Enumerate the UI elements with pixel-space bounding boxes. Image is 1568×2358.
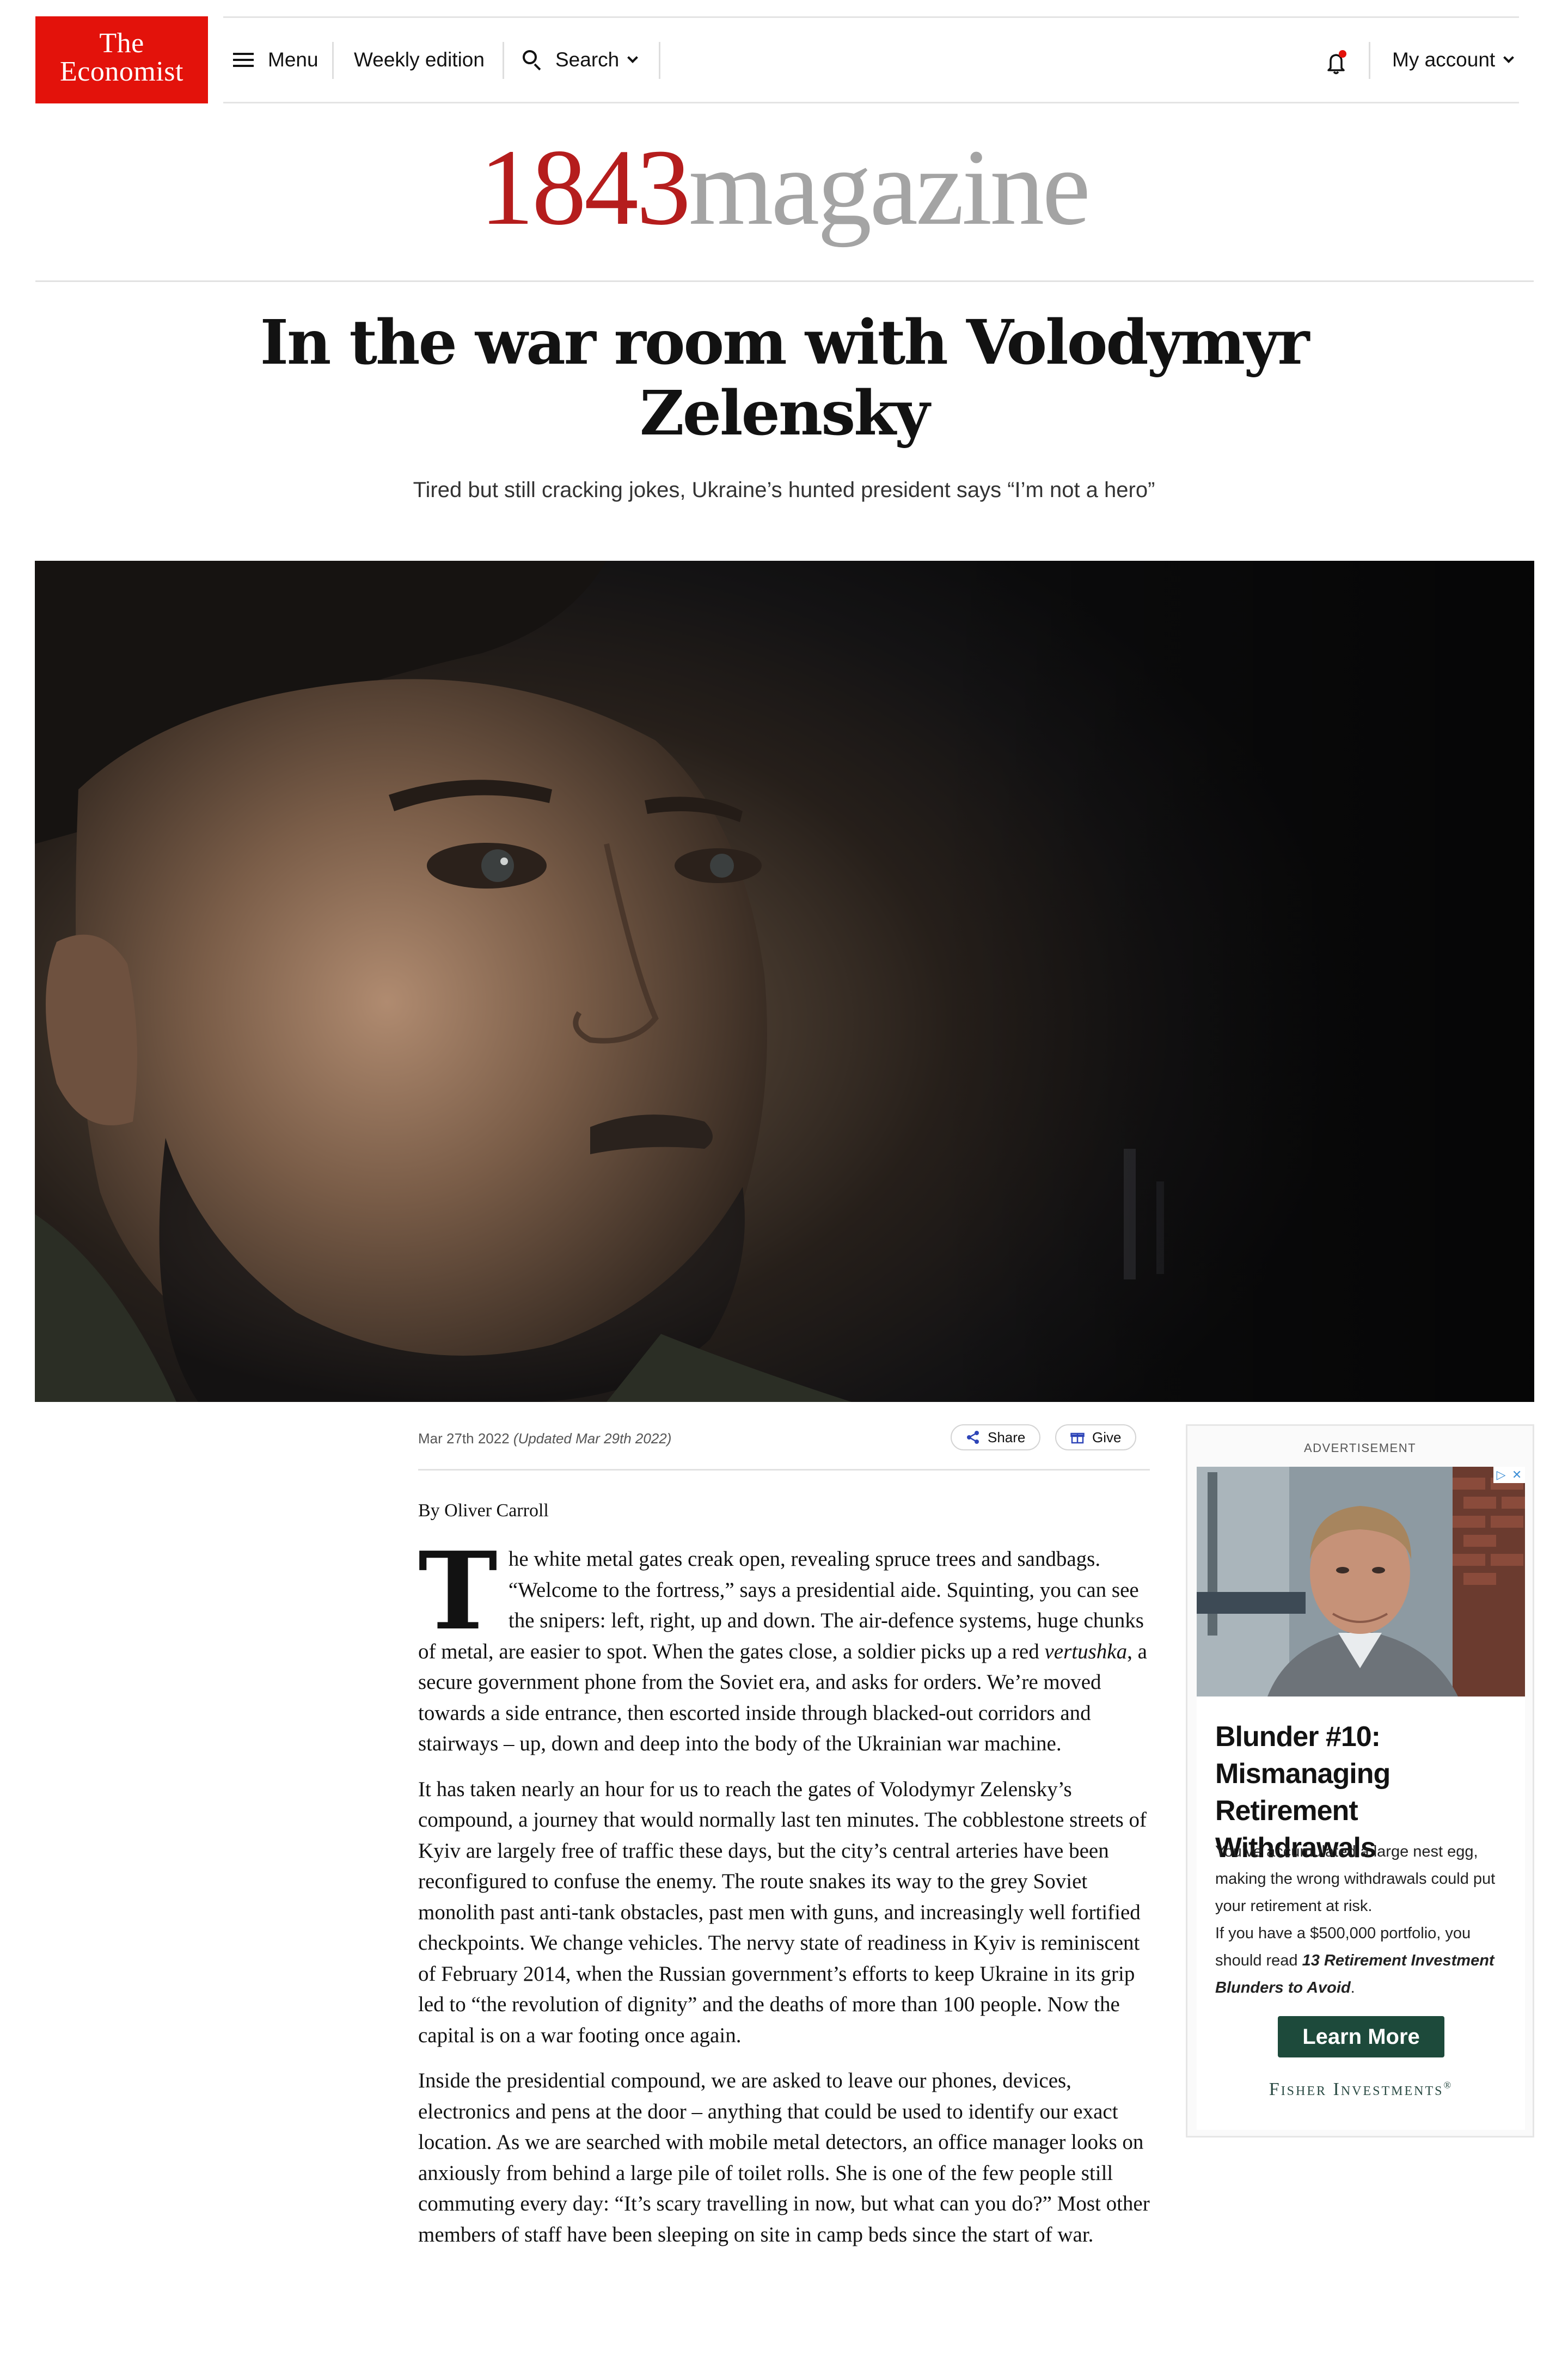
share-label: Share <box>988 1429 1026 1446</box>
ad-brand-name: Fisher Investments <box>1269 2079 1444 2099</box>
ad-text-2c: . <box>1350 1979 1355 1996</box>
ad-headline-line-1: Blunder #10: <box>1215 1721 1381 1753</box>
my-account-label: My account <box>1392 48 1496 71</box>
paragraph-1: The white metal gates creak open, reveal… <box>418 1529 1150 1760</box>
paragraph-2: It has taken nearly an hour for us to re… <box>418 1777 1147 2047</box>
chevron-down-icon <box>1503 52 1515 63</box>
bell-icon[interactable] <box>1320 46 1352 79</box>
nav-divider <box>503 42 504 79</box>
logo-line-1: The <box>99 28 144 59</box>
article-body: The white metal gates creak open, reveal… <box>418 1529 1150 2265</box>
article-standfirst: Tired but still cracking jokes, Ukraine’… <box>413 478 1155 502</box>
headline-line-1: In the war room with Volodymyr <box>260 307 1310 378</box>
1843-magazine-masthead[interactable]: 1843magazine <box>0 120 1568 256</box>
learn-more-button[interactable]: Learn More <box>1278 2016 1444 2057</box>
my-account-button[interactable]: My account <box>1392 18 1515 102</box>
advertisement-panel: ADVERTISEMENT ▷ ✕ Blunder #10: Mismanagi… <box>1186 1424 1534 2137</box>
nav-divider <box>332 42 334 79</box>
gift-icon <box>1070 1430 1085 1444</box>
top-navigation-bar: Menu Weekly edition Search My account <box>223 16 1519 103</box>
article-headline: In the war room with Volodymyr Zelensky <box>240 308 1328 449</box>
give-label: Give <box>1092 1429 1122 1446</box>
masthead-number: 1843 <box>479 127 691 248</box>
adchoices-icon[interactable]: ▷ ✕ <box>1493 1467 1525 1483</box>
ad-headline-line-2: Mismanaging Retirement <box>1215 1758 1391 1827</box>
publish-date: Mar 27th 2022 <box>418 1430 510 1447</box>
share-icon <box>966 1430 980 1444</box>
ad-photo[interactable]: ▷ ✕ <box>1197 1467 1525 1696</box>
paragraph-3: Inside the presidential compound, we are… <box>418 2069 1150 2246</box>
economist-logo[interactable]: The Economist <box>35 16 208 103</box>
masthead-divider <box>35 280 1534 282</box>
search-icon <box>523 50 542 71</box>
ad-brand-logo[interactable]: Fisher Investments® <box>1197 2079 1525 2100</box>
chevron-down-icon <box>627 52 639 63</box>
ad-brand-mark: ® <box>1443 2079 1453 2091</box>
ad-body-text: You’ve accumulated a large nest egg, mak… <box>1215 1838 1520 2001</box>
logo-line-2: Economist <box>60 56 183 87</box>
search-label: Search <box>555 48 620 71</box>
menu-label: Menu <box>268 48 318 71</box>
weekly-edition-label: Weekly edition <box>354 48 485 71</box>
hamburger-icon <box>233 53 254 67</box>
search-button[interactable]: Search <box>523 18 639 102</box>
menu-button[interactable]: Menu <box>233 18 318 102</box>
byline: By Oliver Carroll <box>418 1500 549 1521</box>
paragraph-1-emphasis: vertushka <box>1044 1639 1128 1663</box>
paragraph-1-part-a: he white metal gates creak open, reveali… <box>418 1547 1144 1663</box>
nav-divider <box>1369 42 1370 79</box>
hero-portrait-photo <box>35 561 1534 1402</box>
give-button[interactable]: Give <box>1055 1424 1137 1450</box>
masthead-word: magazine <box>688 127 1091 248</box>
updated-date: (Updated Mar 29th 2022) <box>513 1430 672 1447</box>
meta-divider <box>418 1469 1150 1471</box>
weekly-edition-link[interactable]: Weekly edition <box>354 18 485 102</box>
nav-divider <box>659 42 660 79</box>
ad-creative[interactable]: ▷ ✕ Blunder #10: Mismanaging Retirement W… <box>1197 1467 1525 2130</box>
drop-cap: T <box>418 1529 498 1654</box>
ad-text-2: If you have a $500,000 portfolio, you sh… <box>1215 1920 1520 2001</box>
article-dateline: Mar 27th 2022 (Updated Mar 29th 2022) <box>418 1428 671 1449</box>
headline-line-2: Zelensky <box>640 378 930 449</box>
share-button[interactable]: Share <box>951 1424 1041 1450</box>
advertisement-label: ADVERTISEMENT <box>1303 1441 1417 1455</box>
ad-text-1: You’ve accumulated a large nest egg, mak… <box>1215 1843 1496 1915</box>
